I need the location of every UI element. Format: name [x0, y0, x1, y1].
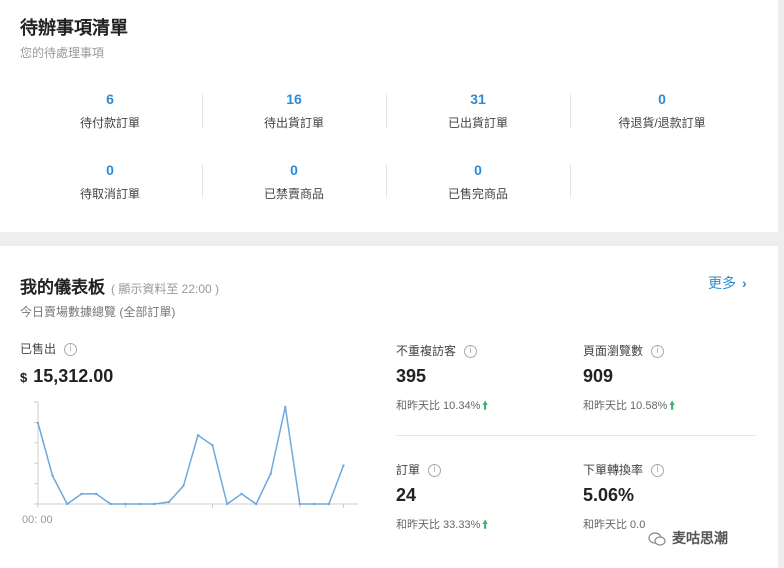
watermark-text: 麦咕思潮 [672, 530, 728, 546]
todo-title: 待辦事項清單 [20, 18, 128, 38]
todo-item-to-ship[interactable]: 16 待出貨訂單 [202, 90, 386, 131]
chart-ticks [34, 401, 344, 508]
todo-item-banned[interactable]: 0 已禁賣商品 [202, 161, 386, 202]
orders-compare-row: 和昨天比 33.33% 🠙 [396, 516, 488, 535]
sales-value-row: $15,312.00 [20, 366, 113, 387]
sales-point-13:00 [225, 502, 229, 506]
orders-label: 訂單 [396, 463, 421, 477]
todo-item-returns[interactable]: 0 待退貨/退款訂單 [570, 90, 754, 131]
sales-point-17:00 [284, 405, 287, 409]
arrow-up-icon: 🠙 [482, 519, 488, 531]
sales-point-08:00 [153, 502, 156, 506]
todo-label: 已禁賣商品 [263, 187, 324, 201]
visitors-label-row: 不重複訪客 i [396, 342, 478, 359]
sales-point-04:00 [94, 492, 98, 496]
sales-point-05:00 [109, 502, 112, 506]
todo-label: 待出貨訂單 [263, 116, 324, 130]
todo-item-pending-payment[interactable]: 6 待付款訂單 [18, 90, 202, 131]
sales-point-12:00 [211, 444, 214, 447]
todo-item-cancel[interactable]: 0 待取消訂單 [18, 161, 202, 202]
sales-point-07:00 [138, 502, 142, 506]
todo-label: 已售完商品 [447, 187, 508, 201]
more-label: 更多 [708, 275, 736, 291]
orders-value: 24 [396, 485, 417, 505]
todo-count: 0 [658, 91, 666, 107]
sales-series-line [37, 406, 345, 506]
todo-count: 0 [290, 162, 298, 178]
sales-label-row: 已售出 i [20, 340, 78, 357]
sales-point-20:00 [327, 502, 331, 506]
watermark: 麦咕思潮 [648, 528, 728, 548]
todo-label: 待取消訂單 [79, 187, 140, 201]
arrow-up-icon: 🠙 [669, 400, 675, 412]
orders-label-row: 訂單 i [396, 461, 442, 478]
orders-compare: 和昨天比 33.33% [396, 519, 481, 531]
sales-point-18:00 [298, 502, 302, 506]
sales-point-01:00 [51, 474, 54, 477]
dashboard-title-row: 我的儀表板 ( 顯示資料至 22:00 ) [20, 273, 219, 298]
info-icon[interactable]: i [428, 464, 442, 478]
todo-label: 已出貨訂單 [447, 116, 508, 130]
pageviews-value: 909 [583, 366, 614, 386]
conversion-label: 下單轉換率 [583, 463, 644, 477]
todo-count: 0 [474, 162, 482, 178]
arrow-up-icon: 🠙 [482, 400, 488, 412]
sales-point-10:00 [182, 484, 185, 487]
info-icon[interactable]: i [651, 464, 665, 478]
chevron-right-icon: › [742, 275, 747, 291]
divider [570, 164, 571, 198]
sales-value: 15,312.00 [33, 366, 114, 386]
metrics-divider [396, 435, 756, 436]
conversion-label-row: 下單轉換率 i [583, 461, 665, 478]
data-time-note: ( 顯示資料至 22:00 ) [111, 282, 220, 296]
pageviews-compare-row: 和昨天比 10.58% 🠙 [583, 397, 675, 416]
x-axis-start-label: 00: 00 [22, 514, 53, 526]
currency-symbol: $ [20, 370, 28, 385]
todo-count: 0 [106, 162, 114, 178]
todo-label: 待退貨/退款訂單 [618, 116, 706, 130]
pageviews-label-row: 頁面瀏覽數 i [583, 342, 665, 359]
sales-point-00:00 [36, 421, 40, 425]
info-icon[interactable]: i [651, 345, 665, 359]
todo-item-shipped[interactable]: 31 已出貨訂單 [386, 90, 570, 131]
sales-point-15:00 [254, 502, 258, 506]
sales-point-06:00 [124, 502, 127, 506]
todo-count: 6 [106, 91, 114, 107]
sales-point-14:00 [240, 492, 243, 496]
sales-line-chart [34, 401, 358, 508]
info-icon[interactable]: i [464, 345, 478, 359]
visitors-compare: 和昨天比 10.34% [396, 400, 481, 412]
sales-point-09:00 [167, 500, 171, 504]
dashboard-subtitle: 今日賣場數據總覽 (全部訂單) [20, 305, 176, 319]
todo-count: 16 [286, 91, 302, 107]
sales-label: 已售出 [20, 342, 57, 356]
more-link[interactable]: 更多 › [708, 273, 747, 293]
todo-item-sold-out[interactable]: 0 已售完商品 [386, 161, 570, 202]
visitors-value: 395 [396, 366, 427, 386]
todo-label: 待付款訂單 [79, 116, 140, 130]
sales-point-03:00 [80, 492, 83, 496]
conversion-compare: 和昨天比 0.0 [583, 519, 646, 531]
sales-point-16:00 [269, 472, 272, 475]
todo-card: 待辦事項清單 您的待處理事項 6 待付款訂單 16 待出貨訂單 31 已出貨訂單… [0, 0, 778, 232]
conversion-value: 5.06% [583, 485, 635, 505]
info-icon[interactable]: i [64, 343, 78, 357]
sales-point-21:00 [342, 464, 345, 467]
dashboard-title: 我的儀表板 [20, 278, 105, 297]
todo-subtitle: 您的待處理事項 [20, 46, 105, 60]
sales-point-19:00 [313, 502, 316, 506]
sales-point-02:00 [65, 502, 69, 506]
pageviews-label: 頁面瀏覽數 [583, 344, 644, 358]
sales-point-11:00 [196, 433, 200, 437]
todo-count: 31 [470, 91, 486, 107]
pageviews-compare: 和昨天比 10.58% [583, 400, 668, 412]
visitors-label: 不重複訪客 [396, 344, 457, 358]
wechat-icon [648, 532, 666, 546]
dashboard-card: 我的儀表板 ( 顯示資料至 22:00 ) 今日賣場數據總覽 (全部訂單) 更多 ›… [0, 246, 778, 568]
visitors-compare-row: 和昨天比 10.34% 🠙 [396, 397, 488, 416]
